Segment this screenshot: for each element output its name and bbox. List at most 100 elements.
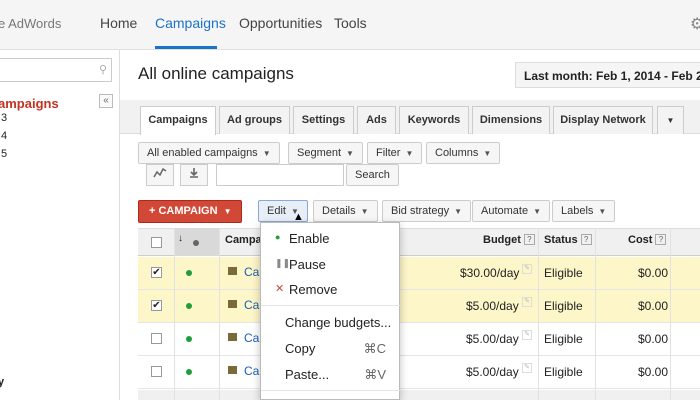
campaign-name-link[interactable]: Ca [244, 265, 259, 279]
sidebar-all-campaigns[interactable]: ampaigns [0, 96, 59, 111]
chevron-down-icon: ▼ [262, 149, 271, 158]
bid-strategy-label: Bid strategy [391, 205, 450, 217]
menu-item-pause[interactable]: ❚❚ Pause [261, 253, 400, 277]
paste-shortcut: ⌘V [364, 367, 386, 382]
search-button[interactable]: Search [346, 164, 399, 186]
column-header-campaign[interactable]: Campa [225, 234, 262, 246]
adwords-logo[interactable]: e AdWords [0, 16, 61, 31]
cost-cell: $0.00 [638, 332, 669, 346]
table-row[interactable]: ✔ Ca $5.00/day ✎ Eligible $0.00 [138, 290, 700, 323]
menu-item-change-budgets-label: Change budgets... [285, 315, 392, 330]
add-campaign-button[interactable]: + CAMPAIGN ▼ [138, 200, 242, 223]
status-dot-icon [193, 240, 199, 246]
chevron-down-icon: ▼ [598, 207, 607, 216]
nav-home[interactable]: Home [100, 15, 137, 31]
menu-item-paste-label: Paste... [285, 367, 330, 382]
columns-button[interactable]: Columns ▼ [426, 142, 501, 164]
labels-button[interactable]: Labels ▼ [552, 200, 616, 222]
nav-opportunities[interactable]: Opportunities [239, 15, 322, 31]
row-checkbox[interactable] [151, 333, 162, 344]
edit-pencil-icon[interactable]: ✎ [522, 330, 532, 340]
tab-keywords[interactable]: Keywords [399, 106, 469, 134]
filter-button[interactable]: Filter ▼ [367, 142, 423, 164]
collapse-sidebar-icon[interactable]: « [99, 94, 113, 108]
status-cell: Eligible [544, 299, 583, 313]
menu-separator [261, 390, 400, 391]
tab-ad-groups[interactable]: Ad groups [219, 106, 290, 134]
help-icon[interactable]: ? [523, 234, 535, 245]
more-tabs-button[interactable]: ▼ [657, 106, 684, 134]
table-row[interactable]: ✔ Ca $30.00/day ✎ Eligible $0.00 [138, 257, 700, 290]
menu-item-copy[interactable]: Copy ⌘C [261, 337, 400, 361]
status-sort-column[interactable]: ↓ [174, 228, 219, 256]
sidebar: ⚲ ampaigns « 3 4 5 y [0, 50, 120, 400]
column-header-status[interactable]: Status? [544, 234, 592, 246]
campaign-filter-dropdown[interactable]: All enabled campaigns ▼ [138, 142, 280, 164]
nav-campaigns[interactable]: Campaigns [155, 15, 226, 31]
tab-dimensions[interactable]: Dimensions [472, 106, 550, 134]
enabled-status-icon [186, 369, 192, 375]
enable-dot-icon: ● [275, 232, 281, 242]
menu-item-change-budgets[interactable]: Change budgets... [261, 311, 400, 335]
top-navigation-bar: e AdWords Home Campaigns Opportunities T… [0, 0, 700, 50]
table-row[interactable]: Ca $5.00/day ✎ Eligible $0.00 [138, 323, 700, 356]
labels-label: Labels [561, 205, 594, 217]
sidebar-search-input[interactable]: ⚲ [0, 58, 112, 82]
column-header-cost[interactable]: Cost? [628, 234, 667, 246]
campaign-type-icon [228, 333, 237, 341]
tab-settings[interactable]: Settings [293, 106, 354, 134]
sidebar-item-campaign-count[interactable]: 4 [1, 130, 7, 142]
pause-icon: ❚❚ [275, 258, 291, 268]
menu-item-enable[interactable]: ● Enable [261, 227, 400, 251]
chevron-down-icon: ▼ [223, 207, 232, 216]
tab-display-network[interactable]: Display Network [553, 106, 653, 134]
column-divider [595, 228, 596, 400]
budget-cell: $5.00/day [466, 365, 519, 379]
chevron-down-icon: ▼ [533, 207, 542, 216]
chart-icon[interactable] [146, 164, 174, 186]
row-checkbox[interactable]: ✔ [151, 267, 162, 278]
sidebar-item-campaign-count[interactable]: 5 [1, 148, 7, 160]
bid-strategy-button[interactable]: Bid strategy ▼ [382, 200, 472, 222]
column-divider [670, 228, 671, 400]
details-button[interactable]: Details ▼ [313, 200, 378, 222]
enabled-status-icon [186, 270, 192, 276]
campaign-name-link[interactable]: Ca [244, 298, 259, 312]
edit-pencil-icon[interactable]: ✎ [522, 264, 532, 274]
details-label: Details [322, 205, 356, 217]
column-divider [538, 228, 539, 400]
segment-button[interactable]: Segment ▼ [288, 142, 363, 164]
copy-shortcut: ⌘C [363, 341, 386, 356]
menu-item-paste[interactable]: Paste... ⌘V [261, 363, 400, 387]
campaign-name-link[interactable]: Ca [244, 364, 259, 378]
automate-button[interactable]: Automate ▼ [472, 200, 551, 222]
row-checkbox[interactable] [151, 366, 162, 377]
menu-item-remove[interactable]: ✕ Remove [261, 278, 400, 302]
date-range-picker[interactable]: Last month: Feb 1, 2014 - Feb 28, [515, 62, 700, 88]
page-title: All online campaigns [138, 64, 294, 83]
tab-ads[interactable]: Ads [357, 106, 396, 134]
campaign-name-link[interactable]: Ca [244, 331, 259, 345]
column-header-budget[interactable]: Budget? [483, 234, 535, 246]
column-divider [219, 228, 220, 400]
menu-separator [261, 305, 400, 306]
status-cell: Eligible [544, 266, 583, 280]
select-all-checkbox[interactable] [151, 237, 162, 248]
search-input[interactable] [216, 164, 344, 186]
menu-item-enable-label: Enable [289, 231, 330, 246]
nav-tools[interactable]: Tools [334, 15, 367, 31]
edit-dropdown-menu: ● Enable ❚❚ Pause ✕ Remove Change budget… [260, 222, 400, 400]
sidebar-item-campaign-count[interactable]: 3 [1, 112, 7, 124]
edit-pencil-icon[interactable]: ✎ [522, 363, 532, 373]
help-icon[interactable]: ? [580, 234, 592, 245]
help-icon[interactable]: ? [655, 234, 667, 245]
tab-campaigns[interactable]: Campaigns [140, 106, 216, 135]
edit-pencil-icon[interactable]: ✎ [522, 297, 532, 307]
status-header-label: Status [544, 234, 578, 246]
download-icon[interactable] [180, 164, 208, 186]
mouse-pointer-icon: ▲ [293, 211, 304, 223]
gear-icon[interactable]: ⚙ [690, 14, 700, 34]
campaign-type-icon [228, 267, 237, 275]
table-row[interactable]: Ca $5.00/day ✎ Eligible $0.00 [138, 356, 700, 389]
row-checkbox[interactable]: ✔ [151, 300, 162, 311]
